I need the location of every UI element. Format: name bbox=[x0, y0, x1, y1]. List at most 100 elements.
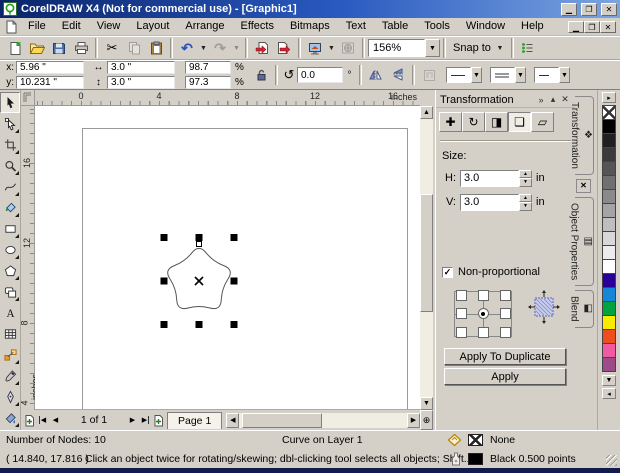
swatch-9c4b88[interactable] bbox=[602, 357, 616, 372]
curve-node[interactable] bbox=[196, 241, 202, 247]
new-button[interactable] bbox=[4, 38, 26, 58]
drawing-canvas[interactable] bbox=[35, 106, 420, 410]
undo-button[interactable]: ↶ bbox=[176, 38, 198, 58]
skew-transform-button[interactable]: ▱ bbox=[531, 112, 554, 132]
zoom-tool[interactable] bbox=[0, 155, 20, 176]
corel-online-button[interactable] bbox=[337, 38, 359, 58]
apply-to-duplicate-button[interactable]: Apply To Duplicate bbox=[444, 348, 566, 365]
menu-view[interactable]: View bbox=[89, 18, 129, 35]
open-button[interactable] bbox=[26, 38, 48, 58]
first-page-button[interactable]: ◀ bbox=[36, 413, 49, 428]
arrowhead-select[interactable]: ▼ bbox=[534, 67, 570, 83]
mirror-vertical-button[interactable] bbox=[387, 65, 409, 85]
outline-tool[interactable] bbox=[0, 386, 20, 407]
swatch-ef5aa0[interactable] bbox=[602, 343, 616, 358]
doc-close-button[interactable]: ✕ bbox=[600, 20, 616, 33]
palette-scroll-down-button[interactable]: ▼ bbox=[602, 375, 616, 386]
anchor-point-grid[interactable] bbox=[450, 286, 516, 342]
swatch-000000[interactable] bbox=[602, 119, 616, 134]
rotate-transform-button[interactable]: ↻ bbox=[462, 112, 485, 132]
ellipse-tool[interactable] bbox=[0, 239, 20, 260]
menu-window[interactable]: Window bbox=[458, 18, 513, 35]
application-launcher-button[interactable] bbox=[304, 38, 326, 58]
redo-dropdown[interactable]: ▼ bbox=[231, 38, 242, 58]
smart-fill-tool[interactable] bbox=[0, 197, 20, 218]
ruler-origin[interactable] bbox=[21, 90, 35, 106]
anchor-center[interactable] bbox=[477, 308, 489, 320]
menu-edit[interactable]: Edit bbox=[54, 18, 89, 35]
view-navigator-button[interactable]: ⊕ bbox=[420, 410, 433, 430]
export-button[interactable] bbox=[273, 38, 295, 58]
size-transform-button[interactable]: ❏ bbox=[508, 112, 531, 132]
snap-to-select[interactable]: Snap to ▼ bbox=[449, 38, 508, 58]
page-tab[interactable]: Page 1 bbox=[167, 411, 223, 429]
swatch-3b3b3b[interactable] bbox=[602, 147, 616, 162]
add-page-end-button[interactable] bbox=[152, 413, 165, 428]
menu-help[interactable]: Help bbox=[513, 18, 552, 35]
swatch-ffffff[interactable] bbox=[602, 259, 616, 274]
redo-button[interactable]: ↷ bbox=[209, 38, 231, 58]
docker-tab-transformation[interactable]: ❖ Transformation bbox=[569, 96, 594, 175]
last-page-button[interactable]: ▶ bbox=[139, 413, 152, 428]
swatch-00a33d[interactable] bbox=[602, 301, 616, 316]
copy-button[interactable] bbox=[123, 38, 145, 58]
basic-shapes-tool[interactable] bbox=[0, 281, 20, 302]
swatch-ee4d1e[interactable] bbox=[602, 329, 616, 344]
freehand-tool[interactable] bbox=[0, 176, 20, 197]
text-tool[interactable]: A bbox=[0, 302, 20, 323]
docker-expand-icon[interactable]: » bbox=[535, 95, 547, 105]
undo-dropdown[interactable]: ▼ bbox=[198, 38, 209, 58]
menu-tools[interactable]: Tools bbox=[416, 18, 458, 35]
zoom-level-select[interactable]: 156% ▼ bbox=[368, 39, 440, 57]
docker-collapse-icon[interactable]: ▴ bbox=[547, 94, 559, 105]
line-style-dropdown[interactable]: ▼ bbox=[515, 67, 526, 83]
apply-button[interactable]: Apply bbox=[444, 368, 566, 385]
anchor-3[interactable] bbox=[455, 308, 467, 320]
previous-page-button[interactable]: ◀ bbox=[49, 413, 62, 428]
crop-tool[interactable] bbox=[0, 134, 20, 155]
swatch-none[interactable] bbox=[602, 105, 616, 120]
zoom-dropdown-arrow[interactable]: ▼ bbox=[425, 39, 440, 57]
menu-text[interactable]: Text bbox=[338, 18, 374, 35]
anchor-7[interactable] bbox=[477, 327, 489, 339]
application-launcher-dropdown[interactable]: ▼ bbox=[326, 38, 337, 58]
save-button[interactable] bbox=[48, 38, 70, 58]
horizontal-scroll-thumb[interactable] bbox=[242, 412, 323, 428]
anchor-8[interactable] bbox=[499, 327, 511, 339]
swatch-f8ec00[interactable] bbox=[602, 315, 616, 330]
docker-tab-close-button[interactable]: ✕ bbox=[576, 178, 591, 193]
paste-button[interactable] bbox=[145, 38, 167, 58]
non-proportional-checkbox[interactable]: ✓ bbox=[442, 266, 453, 278]
swatch-202020[interactable] bbox=[602, 133, 616, 148]
line-style-select[interactable]: ▼ bbox=[490, 67, 526, 83]
next-page-button[interactable]: ▶ bbox=[126, 413, 139, 428]
vertical-scrollbar[interactable]: ▲ ▼ bbox=[420, 106, 433, 410]
shape-tool[interactable] bbox=[0, 113, 20, 134]
menu-arrange[interactable]: Arrange bbox=[177, 18, 232, 35]
outline-width-select[interactable]: ▼ bbox=[446, 67, 482, 83]
anchor-6[interactable] bbox=[455, 327, 467, 339]
wrap-text-button[interactable] bbox=[418, 65, 440, 85]
swatch-a4a4a4[interactable] bbox=[602, 203, 616, 218]
docker-tab-blend[interactable]: ◧ Blend bbox=[569, 290, 594, 328]
mirror-horizontal-button[interactable] bbox=[365, 65, 387, 85]
snap-to-dropdown[interactable]: ▼ bbox=[496, 38, 504, 58]
options-button[interactable] bbox=[517, 38, 539, 58]
horizontal-scrollbar[interactable]: ◀ ▶ bbox=[226, 412, 420, 428]
h-size-input[interactable]: 3.0 ▲ ▼ bbox=[460, 169, 532, 187]
fill-tool[interactable] bbox=[0, 407, 20, 428]
swatch-d8d8d8[interactable] bbox=[602, 231, 616, 246]
vertical-scroll-thumb[interactable] bbox=[420, 194, 433, 312]
scale-v-input[interactable]: 97.3 bbox=[185, 76, 231, 89]
add-page-start-button[interactable] bbox=[23, 413, 36, 428]
menu-file[interactable]: File bbox=[20, 18, 54, 35]
menu-layout[interactable]: Layout bbox=[128, 18, 177, 35]
polygon-tool[interactable] bbox=[0, 260, 20, 281]
scale-mirror-transform-button[interactable]: ◨ bbox=[485, 112, 508, 132]
swatch-555555[interactable] bbox=[602, 161, 616, 176]
swatch-707070[interactable] bbox=[602, 175, 616, 190]
outline-width-dropdown[interactable]: ▼ bbox=[471, 67, 482, 83]
docker-tab-object-properties[interactable]: ▤ Object Properties bbox=[569, 196, 594, 287]
minimize-button[interactable]: ▁ bbox=[561, 2, 577, 16]
palette-scroll-up-button[interactable]: ▸ bbox=[602, 92, 616, 103]
